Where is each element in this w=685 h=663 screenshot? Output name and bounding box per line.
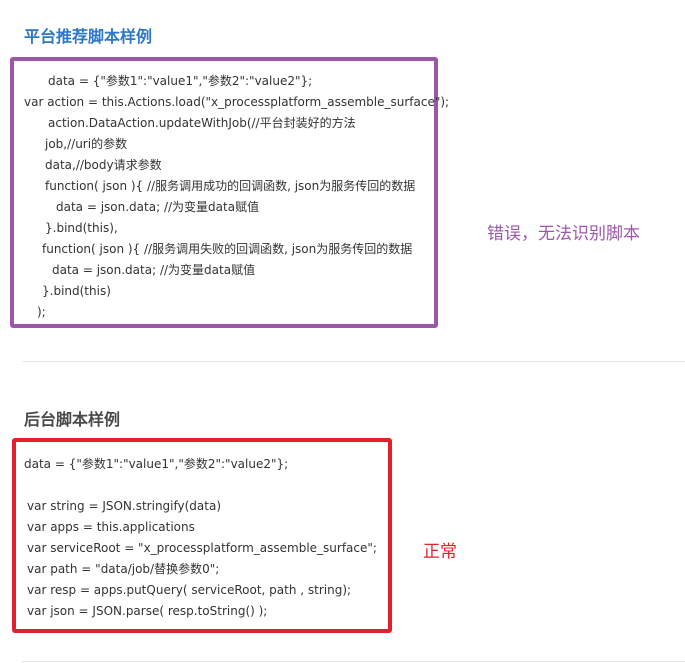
- code-line: var string = JSON.stringify(data): [27, 499, 222, 513]
- code-line: data = {"参数1":"value1","参数2":"value2"};: [48, 74, 313, 88]
- code-line: var serviceRoot = "x_processplatform_ass…: [27, 541, 377, 555]
- code-line: data,//body请求参数: [45, 158, 162, 172]
- backend-script-title: 后台脚本样例: [24, 410, 121, 429]
- code-line: var action = this.Actions.load("x_proces…: [24, 95, 450, 109]
- code-line: }.bind(this),: [45, 221, 118, 235]
- code-line: function( json ){ //服务调用成功的回调函数, json为服务…: [45, 179, 416, 193]
- code-line: data = json.data; //为变量data赋值: [56, 200, 260, 214]
- code-line: action.DataAction.updateWithJob(//平台封装好的…: [48, 116, 356, 130]
- code-line: var json = JSON.parse( resp.toString() )…: [27, 604, 268, 618]
- code-line: );: [37, 305, 46, 319]
- code-line: data = {"参数1":"value1","参数2":"value2"};: [24, 457, 289, 471]
- ok-annotation: 正常: [423, 542, 457, 562]
- code-line: var resp = apps.putQuery( serviceRoot, p…: [27, 583, 352, 597]
- code-line: job,//uri的参数: [45, 137, 128, 151]
- section-divider: [22, 361, 685, 362]
- code-line: function( json ){ //服务调用失败的回调函数, json为服务…: [42, 242, 413, 256]
- code-line: var path = "data/job/替换参数0";: [27, 562, 220, 576]
- code-line: var apps = this.applications: [27, 520, 195, 534]
- code-line: data = json.data; //为变量data赋值: [52, 263, 256, 277]
- code-line: }.bind(this): [42, 284, 111, 298]
- error-annotation: 错误，无法识别脚本: [487, 224, 640, 244]
- section-divider: [22, 661, 685, 662]
- platform-script-title: 平台推荐脚本样例: [24, 27, 153, 46]
